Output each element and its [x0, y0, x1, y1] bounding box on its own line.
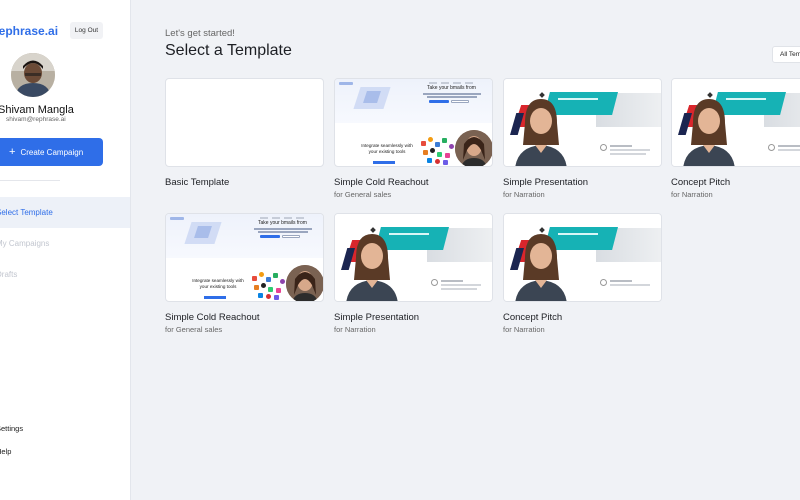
template-subtitle: for Narration [503, 325, 545, 334]
template-title: Simple Presentation [503, 177, 589, 188]
template-subtitle: for Narration [503, 190, 545, 199]
sidebar-item-my-campaigns[interactable]: My Campaigns [0, 228, 130, 259]
template-filter-button[interactable]: All Templates [772, 46, 800, 63]
template-title: Simple Cold Reachout [334, 177, 429, 188]
template-card-cold-reachout-2[interactable]: Take your bmails from Integrate seamless… [165, 213, 324, 334]
presenter-photo [515, 228, 567, 301]
sidebar-divider [0, 180, 60, 181]
create-campaign-button[interactable]: + Create Campaign [0, 138, 103, 166]
template-card-cold-reachout[interactable]: Take your bmails from Integrate seamless… [334, 78, 493, 199]
template-title: Basic Template [165, 177, 230, 188]
preview-heading: Take your bmails from [427, 85, 476, 91]
template-subtitle: for Narration [671, 190, 713, 199]
presenter-photo [346, 228, 398, 301]
sidebar-item-label: Drafts [0, 270, 18, 279]
presenter-photo [515, 93, 567, 166]
user-name: Shivam Mangla [0, 104, 74, 116]
preview-text: Integrate seamlessly with your existing … [192, 278, 244, 289]
template-thumbnail[interactable] [671, 78, 800, 167]
template-thumbnail[interactable]: Take your bmails from Integrate seamless… [334, 78, 493, 167]
template-title: Concept Pitch [503, 312, 563, 323]
template-subtitle: for General sales [165, 325, 223, 334]
greeting-text: Let's get started! [165, 28, 235, 39]
sidebar: rephrase.ai Log Out Shivam Mangla shivam… [0, 0, 131, 500]
page-title: Select a Template [165, 42, 292, 59]
template-thumbnail[interactable] [165, 78, 324, 167]
template-card-concept-pitch[interactable]: Concept Pitch for Narration [671, 78, 800, 199]
logout-button[interactable]: Log Out [70, 22, 103, 39]
template-title: Simple Presentation [334, 312, 420, 323]
create-campaign-label: Create Campaign [20, 147, 84, 157]
template-card-basic[interactable]: Basic Template [165, 78, 324, 188]
template-card-simple-presentation[interactable]: Simple Presentation for Narration [503, 78, 662, 199]
sidebar-item-help[interactable]: Help [0, 447, 11, 456]
preview-heading: Take your bmails from [258, 220, 307, 226]
brand-logo[interactable]: rephrase.ai [0, 24, 58, 38]
presenter-photo [455, 130, 492, 166]
template-thumbnail[interactable] [503, 213, 662, 302]
template-thumbnail[interactable]: Take your bmails from Integrate seamless… [165, 213, 324, 302]
sidebar-item-drafts[interactable]: Drafts [0, 259, 130, 290]
sidebar-item-label: Select Template [0, 208, 53, 217]
template-title: Simple Cold Reachout [165, 312, 260, 323]
template-subtitle: for General sales [334, 190, 392, 199]
template-subtitle: for Narration [334, 325, 376, 334]
template-title: Concept Pitch [671, 177, 731, 188]
preview-text: Integrate seamlessly with your existing … [361, 143, 413, 154]
template-thumbnail[interactable] [334, 213, 493, 302]
user-email: shivam@rephrase.ai [6, 116, 66, 123]
sidebar-item-settings[interactable]: Settings [0, 424, 23, 433]
avatar [11, 53, 55, 97]
template-card-simple-presentation-2[interactable]: Simple Presentation for Narration [334, 213, 493, 334]
presenter-photo [683, 93, 735, 166]
template-card-concept-pitch-2[interactable]: Concept Pitch for Narration [503, 213, 662, 334]
template-thumbnail[interactable] [503, 78, 662, 167]
sidebar-item-select-template[interactable]: Select Template [0, 197, 130, 228]
plus-icon: + [9, 145, 16, 158]
sidebar-item-label: My Campaigns [0, 239, 50, 248]
presenter-photo [286, 265, 323, 301]
